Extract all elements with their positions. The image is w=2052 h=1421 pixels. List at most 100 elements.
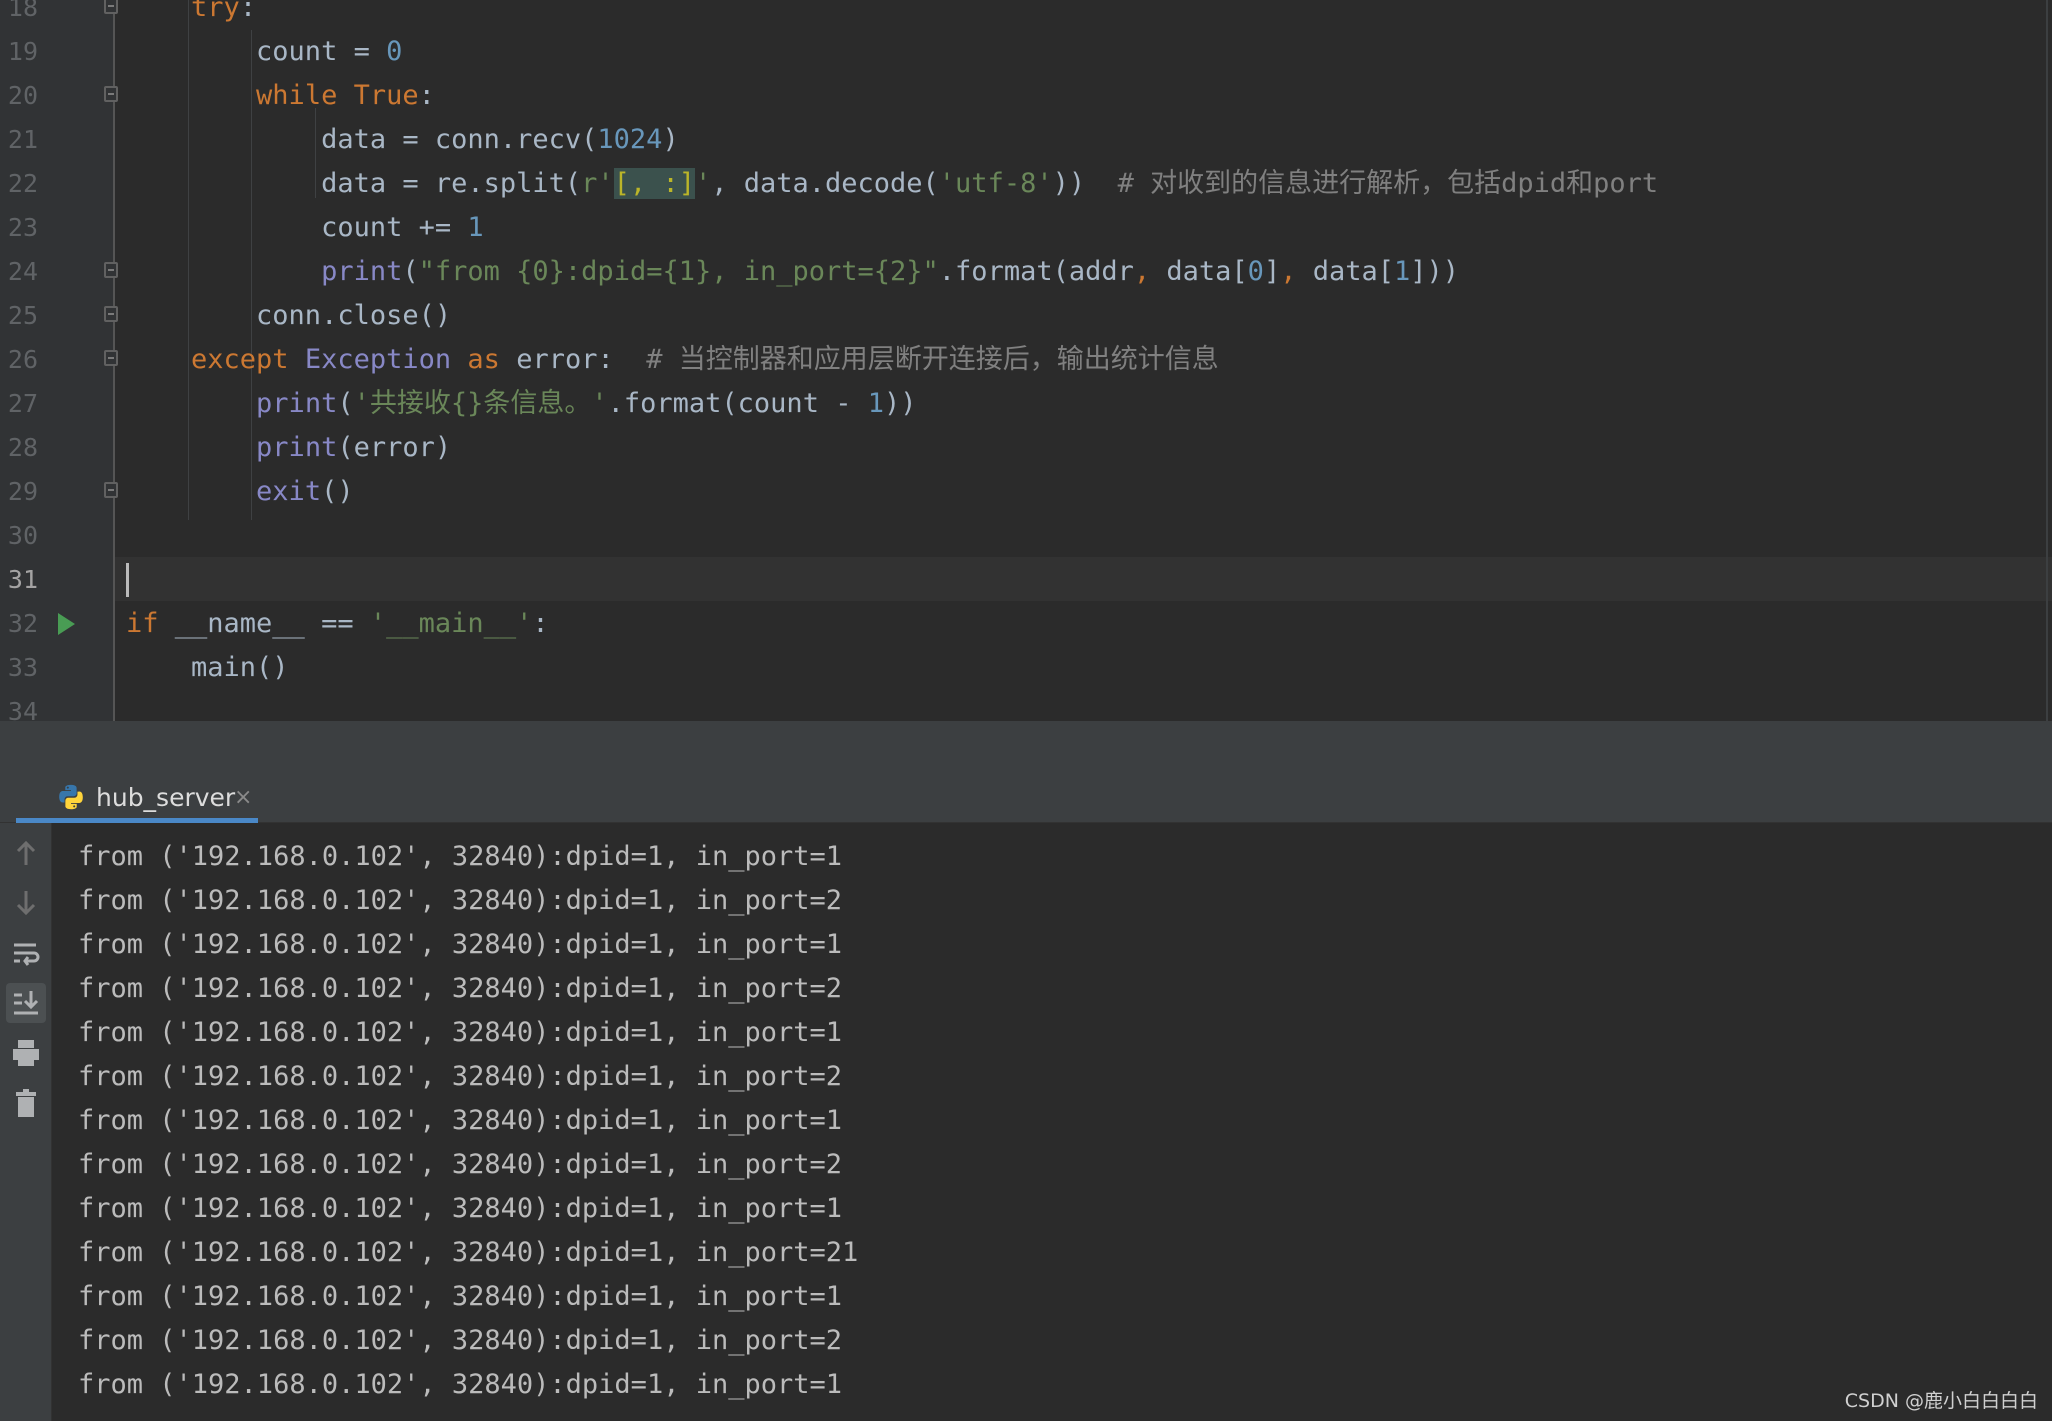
code-token: , data.decode( [711, 168, 939, 199]
code-token: "from {0}:dpid={1}, in_port={2}" [418, 256, 939, 287]
console-toolbar [0, 823, 52, 1421]
trash-icon[interactable] [6, 1083, 46, 1123]
code-token: error: [499, 344, 647, 375]
code-line[interactable]: 33 main() [0, 646, 2052, 690]
code-text: print(error) [126, 426, 451, 470]
code-token: data = re.split( [126, 168, 582, 199]
code-token: exit [256, 476, 322, 507]
code-token: )) [883, 388, 917, 419]
line-number: 21 [7, 125, 38, 154]
fold-marker-icon[interactable] [104, 262, 118, 278]
tab-label: hub_server [96, 783, 236, 812]
code-line[interactable]: 21 data = conn.recv(1024) [0, 118, 2052, 162]
soft-wrap-icon[interactable] [6, 933, 46, 973]
code-token: count += [126, 212, 468, 243]
code-token: ( [337, 388, 354, 419]
code-text: try: [126, 0, 256, 30]
code-token: 1024 [597, 124, 663, 155]
line-number: 31 [7, 565, 38, 594]
code-token: ])) [1410, 256, 1460, 287]
console-line: from ('192.168.0.102', 32840):dpid=1, in… [78, 1105, 843, 1136]
code-token: print [321, 256, 403, 287]
code-token: r' [581, 168, 614, 199]
line-number: 19 [7, 37, 38, 66]
code-line[interactable]: 27 print('共接收{}条信息。'.format(count - 1)) [0, 382, 2052, 426]
code-line[interactable]: 20 while True: [0, 74, 2052, 118]
code-token: () [321, 476, 354, 507]
code-token: 0 [386, 36, 403, 67]
console-line: from ('192.168.0.102', 32840):dpid=1, in… [78, 929, 843, 960]
code-line[interactable]: 34 [0, 690, 2052, 721]
code-text: conn.close() [126, 294, 451, 338]
code-token: , [1133, 256, 1167, 287]
scroll-to-end-icon[interactable] [6, 983, 46, 1023]
code-token: data = conn.recv( [126, 124, 598, 155]
code-line[interactable]: 24 print("from {0}:dpid={1}, in_port={2}… [0, 250, 2052, 294]
code-line[interactable]: 29 exit() [0, 470, 2052, 514]
code-token: if [126, 608, 159, 639]
code-line[interactable]: 26 except Exception as error: # 当控制器和应用层… [0, 338, 2052, 382]
line-number: 30 [7, 521, 38, 550]
console-line: from ('192.168.0.102', 32840):dpid=1, in… [78, 1237, 859, 1268]
code-text: data = conn.recv(1024) [126, 118, 679, 162]
code-line[interactable]: 25 conn.close() [0, 294, 2052, 338]
console-output[interactable]: from ('192.168.0.102', 32840):dpid=1, in… [52, 823, 2052, 1421]
line-number: 33 [7, 653, 38, 682]
line-number: 27 [7, 389, 38, 418]
console-line: from ('192.168.0.102', 32840):dpid=1, in… [78, 1149, 843, 1180]
code-line[interactable]: 18 try: [0, 0, 2052, 30]
code-token: .format(addr [938, 256, 1134, 287]
code-token: ( [402, 256, 419, 287]
code-token: ' [694, 168, 712, 199]
text-caret [126, 563, 129, 597]
code-line[interactable]: 30 [0, 514, 2052, 558]
code-token: __name__ == [158, 608, 370, 639]
code-token: 1 [467, 212, 484, 243]
line-number: 28 [7, 433, 38, 462]
code-token: # 对收到的信息进行解析，包括dpid和port [1117, 168, 1659, 199]
code-token: 1 [1394, 256, 1411, 287]
code-token: )) [1052, 168, 1118, 199]
code-text: exit() [126, 470, 354, 514]
tab-hub-server[interactable]: hub_server × [16, 773, 258, 823]
arrow-down-icon[interactable] [6, 883, 46, 923]
code-line[interactable]: 22 data = re.split(r'[, :]', data.decode… [0, 162, 2052, 206]
print-icon[interactable] [6, 1033, 46, 1073]
panel-splitter[interactable] [0, 721, 2052, 773]
code-token: .format(count - [607, 388, 868, 419]
code-token: try [191, 0, 240, 23]
code-token: ] [1263, 256, 1281, 287]
code-token: Exception [304, 344, 452, 375]
run-gutter-icon[interactable] [58, 613, 75, 635]
code-token: 'utf-8' [938, 168, 1053, 199]
code-editor[interactable]: 18 try: 19 count = 0 20 while True: 21 data… [0, 0, 2052, 721]
fold-marker-icon[interactable] [104, 0, 118, 14]
code-text: if __name__ == '__main__': [126, 602, 549, 646]
code-token: data[ [1312, 256, 1394, 287]
code-text: print('共接收{}条信息。'.format(count - 1)) [126, 382, 917, 426]
line-number: 18 [7, 0, 38, 22]
fold-marker-icon[interactable] [104, 306, 118, 322]
arrow-up-icon[interactable] [6, 833, 46, 873]
fold-marker-icon[interactable] [104, 482, 118, 498]
code-line[interactable]: 19 count = 0 [0, 30, 2052, 74]
code-text: main() [126, 646, 289, 690]
code-token: # 当控制器和应用层断开连接后，输出统计信息 [646, 344, 1219, 375]
code-text: while True: [126, 74, 435, 118]
code-line[interactable]: 32 if __name__ == '__main__': [0, 602, 2052, 646]
code-token: ) [662, 124, 679, 155]
tab-close-icon[interactable]: × [234, 773, 252, 823]
code-text: print("from {0}:dpid={1}, in_port={2}".f… [126, 250, 1459, 294]
fold-marker-icon[interactable] [104, 350, 118, 366]
console-line: from ('192.168.0.102', 32840):dpid=1, in… [78, 1061, 843, 1092]
code-line[interactable]: 31 [0, 558, 2052, 602]
code-line[interactable]: 23 count += 1 [0, 206, 2052, 250]
code-text: except Exception as error: # 当控制器和应用层断开连… [126, 338, 1219, 382]
code-line[interactable]: 28 print(error) [0, 426, 2052, 470]
fold-marker-icon[interactable] [104, 86, 118, 102]
code-token: data[ [1166, 256, 1248, 287]
